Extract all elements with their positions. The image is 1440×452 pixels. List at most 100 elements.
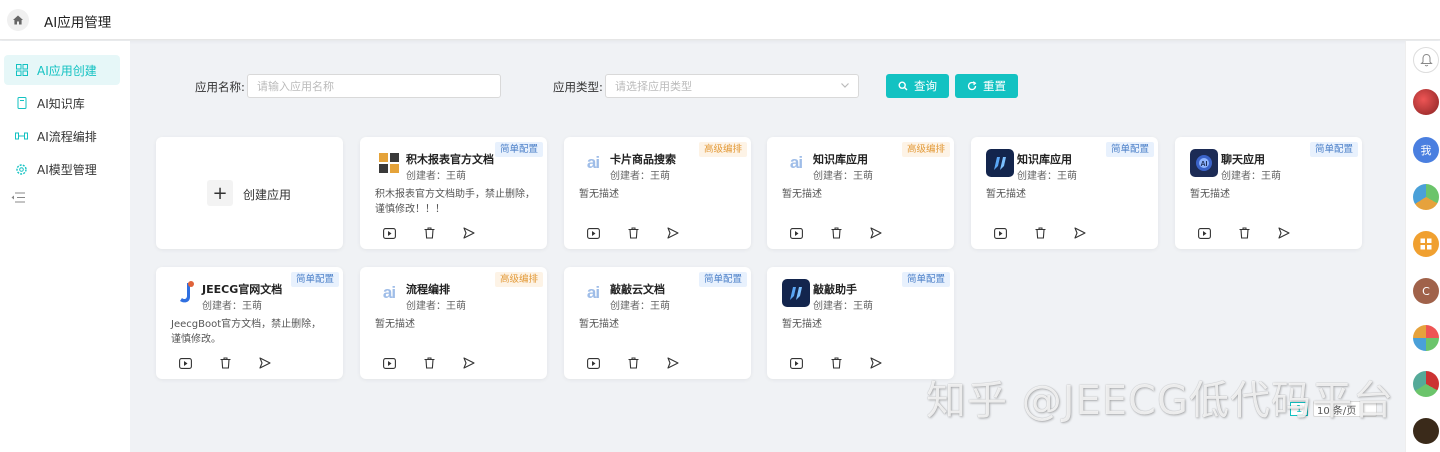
app-card-creator: 创建者：王萌 <box>1017 171 1077 182</box>
book-icon <box>15 97 28 110</box>
app-card[interactable]: ai 流程编排 创建者：王萌 暂无描述 高级编排 <box>360 267 547 379</box>
delete-icon[interactable] <box>626 226 640 240</box>
create-app-card[interactable]: + 创建应用 <box>156 137 343 249</box>
user-avatar-c[interactable]: C <box>1413 278 1439 304</box>
sidebar-item-app-create[interactable]: AI应用创建 <box>4 55 120 85</box>
app-card-actions <box>382 226 476 240</box>
chat-robot-icon: AI <box>1189 148 1219 178</box>
menu-collapse-icon[interactable] <box>11 192 25 206</box>
app-card[interactable]: ai 敲敲云文档 创建者：王萌 暂无描述 简单配置 <box>564 267 751 379</box>
play-icon[interactable] <box>586 226 600 240</box>
app-card[interactable]: AI 聊天应用 创建者：王萌 暂无描述 简单配置 <box>1175 137 1362 249</box>
delete-icon[interactable] <box>829 226 843 240</box>
sidebar-item-knowledge[interactable]: AI知识库 <box>4 88 120 118</box>
app-type-badge: 高级编排 <box>901 142 950 157</box>
delete-icon[interactable] <box>626 356 640 370</box>
app-card-actions <box>178 356 272 370</box>
blue-app-icon <box>781 278 811 308</box>
query-button-label: 查询 <box>914 79 937 93</box>
send-icon[interactable] <box>666 226 680 240</box>
app-card-description: 暂无描述 <box>579 189 619 200</box>
app-name-placeholder: 请输入应用名称 <box>257 80 334 93</box>
app-card[interactable]: ai 卡片商品搜索 创建者：王萌 暂无描述 高级编排 <box>564 137 751 249</box>
delete-icon[interactable] <box>1033 226 1047 240</box>
user-avatar-1[interactable] <box>1413 89 1439 115</box>
ai-logo-icon: ai <box>382 283 396 302</box>
app-card-name: 敲敲助手 <box>813 283 857 296</box>
ai-logo-icon: ai <box>789 153 803 172</box>
gear-icon <box>15 163 28 176</box>
delete-icon[interactable] <box>422 356 436 370</box>
delete-icon[interactable] <box>218 356 232 370</box>
app-card-name: 流程编排 <box>406 283 450 296</box>
app-card-description: 暂无描述 <box>1190 189 1230 200</box>
search-icon <box>898 81 908 91</box>
app-card-description: 暂无描述 <box>782 189 822 200</box>
bell-icon[interactable] <box>1413 47 1439 73</box>
play-icon[interactable] <box>789 356 803 370</box>
ai-logo-icon: ai <box>586 153 600 172</box>
app-card[interactable]: ai 知识库应用 创建者：王萌 暂无描述 高级编排 <box>767 137 954 249</box>
sidebar-item-model[interactable]: AI模型管理 <box>4 154 120 184</box>
query-button[interactable]: 查询 <box>886 74 949 98</box>
app-card[interactable]: 敲敲助手 创建者：王萌 暂无描述 简单配置 <box>767 267 954 379</box>
sidebar-item-label: AI模型管理 <box>37 162 97 177</box>
play-icon[interactable] <box>178 356 192 370</box>
group-avatar-3[interactable] <box>1413 371 1439 397</box>
app-card-creator: 创建者：王萌 <box>406 171 466 182</box>
app-card-name: JEECG官网文档 <box>202 283 283 296</box>
send-icon[interactable] <box>258 356 272 370</box>
send-icon[interactable] <box>1277 226 1291 240</box>
top-header: AI应用管理 <box>0 0 1440 40</box>
user-avatar-me[interactable]: 我 <box>1413 137 1439 163</box>
app-card-name: 知识库应用 <box>1017 153 1072 166</box>
chevron-down-icon <box>840 80 850 93</box>
me-label: 我 <box>1420 144 1432 157</box>
group-avatar-2[interactable] <box>1413 325 1439 351</box>
send-icon[interactable] <box>1073 226 1087 240</box>
app-card[interactable]: 积木报表官方文档 创建者：王萌 积木报表官方文档助手，禁止删除，谨慎修改！！！ 简单配… <box>360 137 547 249</box>
send-icon[interactable] <box>869 356 883 370</box>
app-card-creator: 创建者：王萌 <box>610 171 670 182</box>
app-type-badge: 简单配置 <box>494 142 543 157</box>
app-card-name: 知识库应用 <box>813 153 868 166</box>
app-card-actions <box>1197 226 1291 240</box>
play-icon[interactable] <box>993 226 1007 240</box>
delete-icon[interactable] <box>1237 226 1251 240</box>
app-card-description: 积木报表官方文档助手，禁止删除，谨慎修改！！！ <box>375 189 535 215</box>
app-card-description: 暂无描述 <box>986 189 1026 200</box>
app-card-description: 暂无描述 <box>782 319 822 330</box>
app-card[interactable]: 知识库应用 创建者：王萌 暂无描述 简单配置 <box>971 137 1158 249</box>
sidebar-item-label: AI应用创建 <box>37 63 97 78</box>
sidebar-item-flow[interactable]: AI流程编排 <box>4 121 120 151</box>
app-card-name: 敲敲云文档 <box>610 283 665 296</box>
group-avatar-1[interactable] <box>1413 184 1439 210</box>
user-avatar-dark[interactable] <box>1413 418 1439 444</box>
app-card-actions <box>586 356 680 370</box>
jimu-logo-icon <box>374 148 404 178</box>
send-icon[interactable] <box>462 356 476 370</box>
app-name-input[interactable]: 请输入应用名称 <box>247 74 501 98</box>
apps-icon[interactable] <box>1413 231 1439 257</box>
home-icon[interactable] <box>7 9 29 31</box>
play-icon[interactable] <box>382 356 396 370</box>
reset-button[interactable]: 重置 <box>955 74 1018 98</box>
play-icon[interactable] <box>586 356 600 370</box>
right-rail: 我 C <box>1405 41 1440 452</box>
app-type-badge: 高级编排 <box>494 272 543 287</box>
play-icon[interactable] <box>382 226 396 240</box>
flow-icon <box>15 130 28 143</box>
app-card[interactable]: JEECG官网文档 创建者：王萌 JeecgBoot官方文档，禁止删除，谨慎修改。 简… <box>156 267 343 379</box>
app-type-select[interactable]: 请选择应用类型 <box>605 74 859 98</box>
reset-button-label: 重置 <box>983 79 1006 93</box>
send-icon[interactable] <box>462 226 476 240</box>
app-card-creator: 创建者：王萌 <box>202 301 262 312</box>
play-icon[interactable] <box>789 226 803 240</box>
delete-icon[interactable] <box>829 356 843 370</box>
send-icon[interactable] <box>666 356 680 370</box>
app-type-placeholder: 请选择应用类型 <box>615 80 692 93</box>
send-icon[interactable] <box>869 226 883 240</box>
delete-icon[interactable] <box>422 226 436 240</box>
play-icon[interactable] <box>1197 226 1211 240</box>
app-card-name: 聊天应用 <box>1221 153 1265 166</box>
